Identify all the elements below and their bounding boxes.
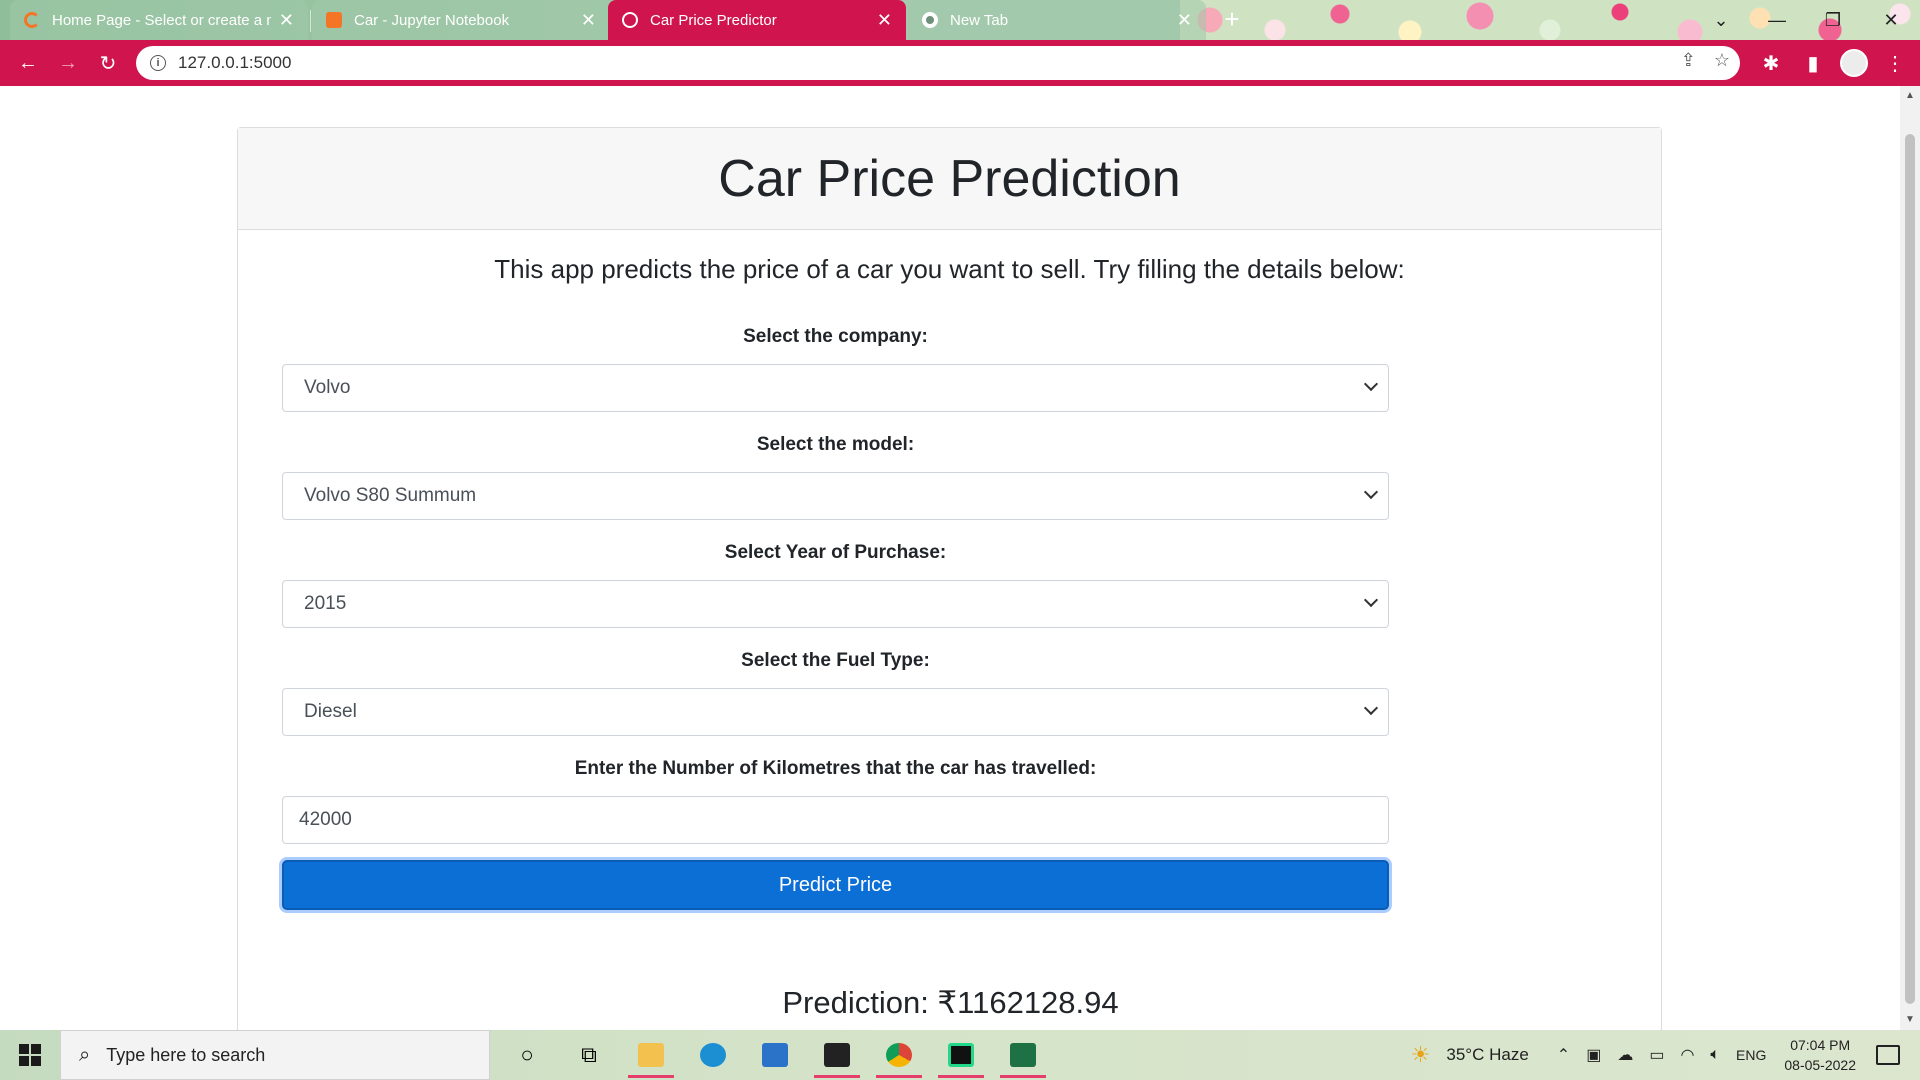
restore-button[interactable]: ❐ xyxy=(1808,4,1858,36)
clock-time: 07:04 PM xyxy=(1790,1037,1851,1053)
info-icon[interactable]: i xyxy=(150,55,166,71)
mail-icon[interactable] xyxy=(744,1030,806,1080)
extensions-icon[interactable]: ✱ xyxy=(1756,43,1786,83)
windows-logo-icon xyxy=(19,1044,41,1066)
system-tray: ☀ 35°C Haze ⌃ ▣ ☁ ▭ ◠ 🔈︎ ENG 07:04 PM 08… xyxy=(1403,1030,1920,1080)
side-panel-icon[interactable]: ▮ xyxy=(1798,43,1828,83)
scroll-up-icon[interactable]: ▲ xyxy=(1900,88,1920,104)
tab-new-tab[interactable]: New Tab ✕ xyxy=(908,0,1206,40)
chevron-up-icon[interactable]: ⌃ xyxy=(1557,1045,1570,1065)
forward-button[interactable]: → xyxy=(48,43,88,83)
scrollbar-thumb[interactable] xyxy=(1905,134,1915,1004)
model-label: Select the model: xyxy=(756,434,915,455)
chevron-down-icon xyxy=(1363,376,1379,392)
chrome-taskbar-icon[interactable] xyxy=(868,1030,930,1080)
prediction-result: Prediction: ₹1162128.94 xyxy=(782,985,1119,1020)
jupyter-icon xyxy=(24,12,40,28)
back-button[interactable]: ← xyxy=(8,43,48,83)
share-icon[interactable]: ⇪ xyxy=(1681,50,1696,71)
windows-taskbar: ⌕ Type here to search ○ ⧉ ☀ 35°C Haze ⌃ xyxy=(0,1030,1920,1080)
company-label: Select the company: xyxy=(743,326,928,347)
year-label: Select Year of Purchase: xyxy=(724,542,947,563)
card-header: Car Price Prediction xyxy=(238,128,1661,230)
weather-icon[interactable]: ☀ xyxy=(1411,1042,1431,1068)
scroll-down-icon[interactable]: ▼ xyxy=(1900,1012,1920,1028)
profile-avatar[interactable] xyxy=(1840,49,1868,77)
chevron-down-icon xyxy=(1363,700,1379,716)
page-viewport: Car Price Prediction This app predicts t… xyxy=(0,86,1900,1030)
wifi-icon[interactable]: ◠ xyxy=(1680,1045,1694,1065)
globe-icon xyxy=(622,12,638,28)
taskbar-search-box[interactable]: ⌕ Type here to search xyxy=(60,1030,490,1080)
page-title: Car Price Prediction xyxy=(718,149,1181,208)
fuel-type-select[interactable]: Diesel xyxy=(282,688,1389,736)
chevron-down-icon xyxy=(1363,592,1379,608)
tab-search-chevron-icon[interactable]: ⌄ xyxy=(1696,4,1746,36)
chrome-icon xyxy=(922,12,938,28)
close-icon[interactable]: ✕ xyxy=(581,10,596,31)
cloud-icon[interactable]: ☁ xyxy=(1617,1045,1633,1065)
pycharm-icon[interactable] xyxy=(930,1030,992,1080)
tab-car-price-predictor[interactable]: Car Price Predictor ✕ xyxy=(608,0,906,40)
clock[interactable]: 07:04 PM 08-05-2022 xyxy=(1784,1035,1856,1075)
url-text: 127.0.0.1:5000 xyxy=(178,53,292,72)
new-tab-button[interactable]: + xyxy=(1218,6,1246,34)
fuel-type-label: Select the Fuel Type: xyxy=(741,650,930,671)
kilometres-label: Enter the Number of Kilometres that the … xyxy=(574,758,1097,779)
page-scrollbar[interactable]: ▲ ▼ xyxy=(1900,86,1920,1030)
company-select[interactable]: Volvo xyxy=(282,364,1389,412)
terminal-icon[interactable] xyxy=(806,1030,868,1080)
chevron-down-icon xyxy=(1363,484,1379,500)
close-window-button[interactable]: ✕ xyxy=(1866,4,1916,36)
start-button[interactable] xyxy=(0,1030,60,1080)
notifications-icon[interactable] xyxy=(1876,1045,1900,1065)
task-view-icon[interactable]: ⧉ xyxy=(558,1030,620,1080)
meet-now-icon[interactable]: ▣ xyxy=(1586,1045,1601,1065)
year-select[interactable]: 2015 xyxy=(282,580,1389,628)
excel-icon[interactable] xyxy=(992,1030,1054,1080)
close-icon[interactable]: ✕ xyxy=(1177,10,1192,31)
volume-icon[interactable]: 🔈︎ xyxy=(1710,1046,1720,1064)
notebook-icon xyxy=(326,12,342,28)
close-icon[interactable]: ✕ xyxy=(877,10,892,31)
browser-toolbar: ← → ↻ i 127.0.0.1:5000 ⇪ ☆ ✱ ▮ ⋮ xyxy=(0,40,1920,86)
tab-home-page[interactable]: Home Page - Select or create a n ✕ xyxy=(10,0,308,40)
tab-car-notebook[interactable]: Car - Jupyter Notebook ✕ xyxy=(312,0,610,40)
language-indicator[interactable]: ENG xyxy=(1736,1047,1766,1063)
edge-icon[interactable] xyxy=(682,1030,744,1080)
cortana-icon[interactable]: ○ xyxy=(496,1030,558,1080)
prediction-form: Select the company: Volvo Select the mod… xyxy=(282,326,1389,910)
minimize-button[interactable]: — xyxy=(1752,4,1802,36)
kilometres-input[interactable]: 42000 xyxy=(282,796,1389,844)
search-icon: ⌕ xyxy=(79,1043,91,1066)
predict-price-button[interactable]: Predict Price xyxy=(282,860,1389,910)
reload-button[interactable]: ↻ xyxy=(88,43,128,83)
weather-text[interactable]: 35°C Haze xyxy=(1446,1045,1528,1065)
file-explorer-icon[interactable] xyxy=(620,1030,682,1080)
close-icon[interactable]: ✕ xyxy=(279,10,294,31)
intro-text: This app predicts the price of a car you… xyxy=(494,254,1405,284)
address-bar[interactable]: i 127.0.0.1:5000 ⇪ ☆ xyxy=(136,46,1740,80)
menu-kebab-icon[interactable]: ⋮ xyxy=(1880,43,1910,83)
prediction-card: Car Price Prediction This app predicts t… xyxy=(237,127,1662,1030)
battery-icon[interactable]: ▭ xyxy=(1649,1045,1664,1065)
clock-date: 08-05-2022 xyxy=(1784,1057,1856,1073)
model-select[interactable]: Volvo S80 Summum xyxy=(282,472,1389,520)
bookmark-star-icon[interactable]: ☆ xyxy=(1714,50,1730,71)
